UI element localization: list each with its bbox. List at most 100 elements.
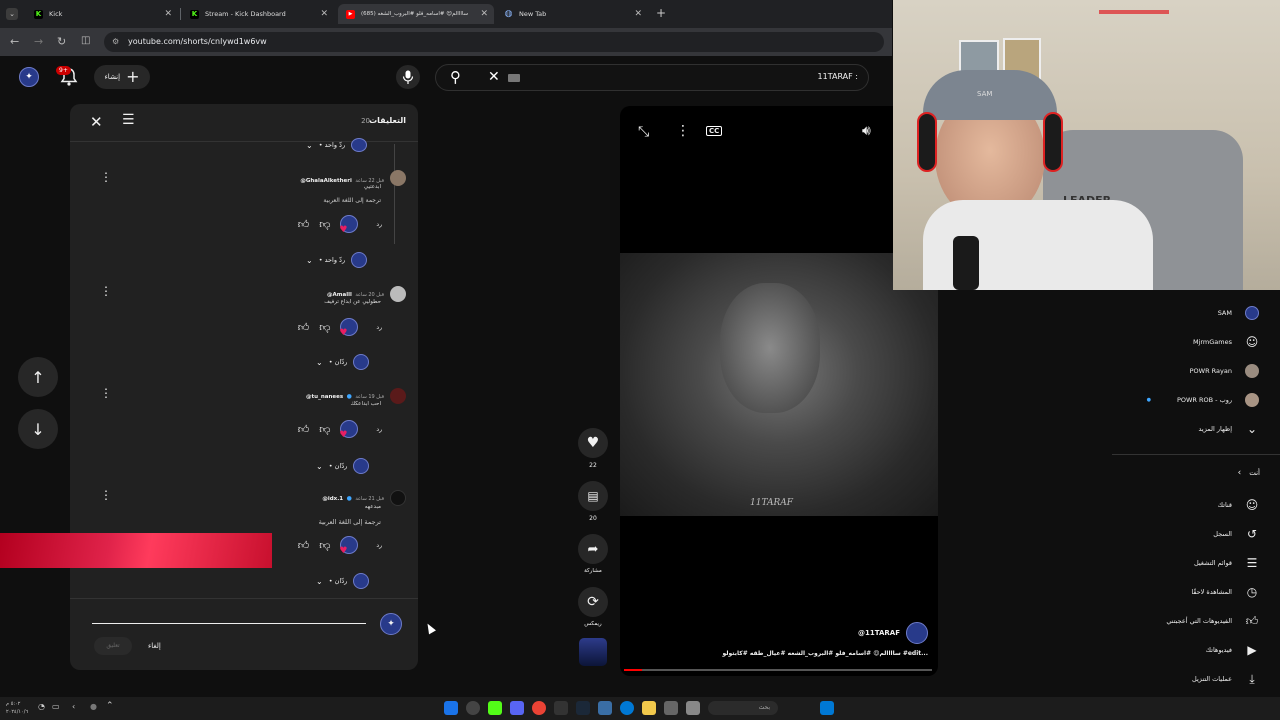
subscription-powr-rayan[interactable]: POWR Rayan [1190,363,1260,379]
thumb-down-icon[interactable]: 👎︎ [319,321,330,334]
captions-icon[interactable]: CC [706,126,723,136]
thumb-down-icon[interactable]: 👎︎ [319,539,330,552]
reply-button[interactable]: رد [376,324,382,331]
app-icon-widget[interactable] [686,701,700,715]
close-icon[interactable]: ✕ [480,9,488,19]
audio-thumbnail[interactable] [579,638,607,666]
create-button[interactable]: إنشاء + [94,65,150,89]
app-icon-steam[interactable] [576,701,590,715]
account-avatar[interactable]: ✦ [19,67,39,87]
subscription-mjrmgames[interactable]: MjrmGames ☺ [1193,334,1260,350]
close-icon[interactable]: ✕ [634,9,642,19]
replies-toggle[interactable]: ⌄ • ردّان [316,573,370,589]
comment-username[interactable]: @tu_nanees [306,394,343,400]
site-info-icon[interactable]: ⚙ [112,32,119,52]
tab-kick[interactable]: K Kick ✕ [26,4,178,24]
replies-toggle[interactable]: ⌄ • ردّ واحد [306,252,368,268]
shorts-video-player[interactable]: ⤡ ⋮ CC 🔊︎ 11TARAF @11TARAF ساااالم😍 #اسا… [620,106,938,676]
sidebar-item-watch-later[interactable]: المشاهدة لاحقًا ◷ [1191,584,1260,600]
translate-link[interactable]: ترجمة إلى اللغة العربية [319,518,381,526]
remix-action[interactable]: ⟳ ريمكس [578,587,608,627]
chevron-up-icon[interactable]: ⌃ [106,701,114,711]
search-icon[interactable]: ⚲ [450,68,461,86]
close-icon[interactable]: ✕ [164,9,172,19]
subscription-powr-rob[interactable]: ● POWR ROB - روب [1147,392,1260,408]
more-options-icon[interactable]: ⋮ [100,386,112,400]
translate-link[interactable]: ترجمة إلى اللغة العربية [323,197,381,204]
close-icon[interactable]: ✕ [320,9,328,19]
chevron-left-icon[interactable]: ‹ [72,702,75,711]
url-field[interactable]: ⚙ youtube.com/shorts/cnlywd1w6vw [104,32,884,52]
app-icon-discord[interactable] [510,701,524,715]
reply-button[interactable]: رد [376,426,382,433]
app-icon-kick[interactable] [488,701,502,715]
heart-like-icon[interactable]: ♥ [578,428,608,458]
sidebar-item-your-videos[interactable]: فيديوهاتك ▶ [1206,642,1260,658]
notifications-button[interactable]: 9+ [56,66,80,88]
submit-comment-button[interactable]: تعليق [94,637,132,655]
tab-youtube-short[interactable]: ▶ (685) ساااالم😍 #اسامه_فلو #البروب_الشغ… [338,4,494,24]
tab-new-tab[interactable]: ◍ New Tab ✕ [496,4,648,24]
side-panel-icon[interactable]: ◫ [81,35,90,46]
cancel-button[interactable]: إلغاء [148,637,161,655]
new-tab-plus-icon[interactable]: + [656,6,666,20]
app-icon-chrome[interactable] [532,701,546,715]
show-more-button[interactable]: إظهار المزيد ⌄ [1198,421,1260,437]
replies-toggle[interactable]: ⌄ • ردّ واحد [306,138,368,152]
comment-input-underline[interactable] [92,623,366,624]
sidebar-item-your-channel[interactable]: قناتك ☺ [1218,497,1260,513]
windows-start-icon[interactable] [820,701,834,715]
keyboard-icon[interactable] [508,74,520,82]
channel-avatar[interactable] [906,622,928,644]
comment-username[interactable]: @GhalaAlketheri [300,178,352,184]
back-arrow-icon[interactable]: ← [10,35,19,48]
battery-icon[interactable]: ▭ [52,702,60,711]
tab-search-button[interactable]: ⌄ [6,8,18,20]
network-icon[interactable]: ◔ [38,702,45,711]
fullscreen-icon[interactable]: ⤡ [638,124,649,140]
app-icon-edge[interactable] [444,701,458,715]
replies-toggle[interactable]: ⌄ • ردّان [316,458,370,474]
sidebar-item-history[interactable]: السجل ↺ [1213,526,1260,542]
reload-icon[interactable]: ↻ [57,35,66,48]
remix-icon[interactable]: ⟳ [578,587,608,617]
close-icon[interactable]: ✕ [90,113,103,131]
more-options-icon[interactable]: ⋮ [676,123,690,139]
subscription-sam[interactable]: SAM [1218,305,1260,321]
forward-arrow-icon[interactable]: → [34,35,43,48]
thumb-up-icon[interactable]: 👍︎ [298,218,310,231]
previous-short-button[interactable]: ↑ [18,357,58,397]
replies-toggle[interactable]: ⌄ • ردّان [316,354,370,370]
thumb-up-icon[interactable]: 👍︎ [298,539,310,552]
sidebar-item-downloads[interactable]: عمليات التنزيل ⤓ [1192,671,1260,687]
search-box[interactable]: ⚲ ✕ 11TARAF : [435,64,869,91]
thumb-up-icon[interactable]: 👍︎ [298,423,310,436]
reply-button[interactable]: رد [376,221,382,228]
sidebar-item-liked-videos[interactable]: الفيديوهات التي أعجبتني 👍︎ [1166,613,1260,629]
tab-kick-dashboard[interactable]: K Stream - Kick Dashboard ✕ [182,4,334,24]
app-icon-browser[interactable] [620,701,634,715]
volume-icon[interactable]: 🔊︎ [862,123,871,139]
channel-row[interactable]: @11TARAF [858,622,928,644]
app-icon-obs[interactable] [466,701,480,715]
thumb-down-icon[interactable]: 👎︎ [319,423,330,436]
progress-track[interactable] [624,669,932,671]
app-icon-settings[interactable] [664,701,678,715]
taskbar-clock[interactable]: ٥:٠٢ م ٢٠٢٤/١٠/٦ [6,700,28,716]
comment-action[interactable]: ▤ 20 [578,481,608,522]
more-options-icon[interactable]: ⋮ [100,488,112,502]
more-options-icon[interactable]: ⋮ [100,284,112,298]
comment-username[interactable]: @Amalll [327,292,352,298]
next-short-button[interactable]: ↓ [18,409,58,449]
more-options-icon[interactable]: ⋮ [100,170,112,184]
taskbar-search[interactable]: بحث [708,701,778,715]
app-icon-terminal[interactable] [554,701,568,715]
sort-icon[interactable]: ☰ [122,112,135,128]
thumb-up-icon[interactable]: 👍︎ [298,321,310,334]
share-action[interactable]: ➦ مشاركة [578,534,608,574]
like-action[interactable]: ♥ 22 [578,428,608,469]
reply-button[interactable]: رد [376,542,382,549]
app-icon-files[interactable] [642,701,656,715]
channel-handle[interactable]: @11TARAF [858,629,900,637]
you-section-header[interactable]: ‹ أنت [1238,468,1260,478]
